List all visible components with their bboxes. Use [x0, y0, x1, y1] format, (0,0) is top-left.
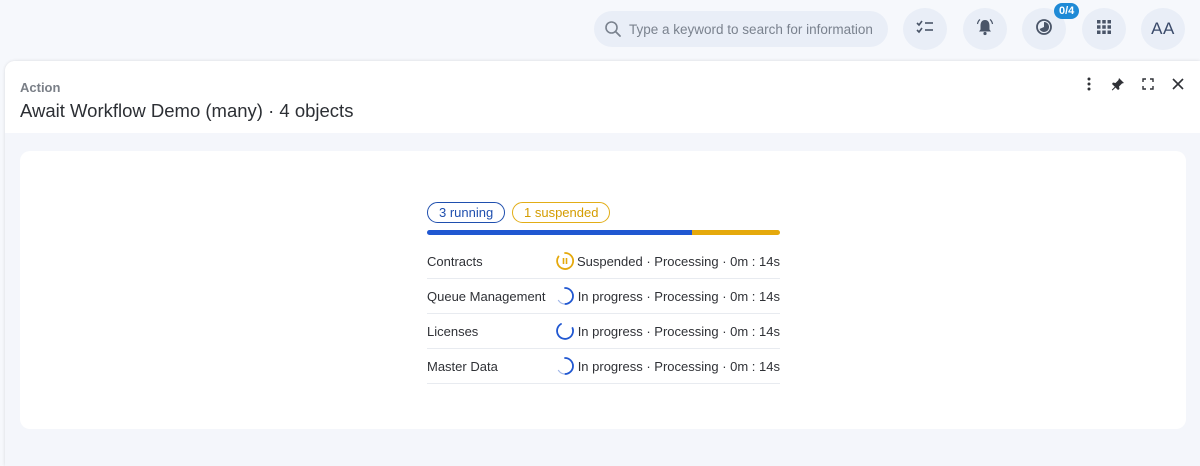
panel-body: 3 running 1 suspended Contracts Suspende… [5, 133, 1200, 466]
notifications-button[interactable] [963, 8, 1007, 50]
checklist-icon [916, 19, 934, 40]
progress-running-segment [427, 230, 692, 235]
list-item[interactable]: Master Data In progress · Processing · 0… [427, 349, 780, 384]
list-item[interactable]: Contracts Suspended · Processing · 0m : … [427, 244, 780, 279]
panel-header: Action Await Workflow Demo (many) · 4 ob… [5, 61, 1200, 133]
in-progress-icon [555, 286, 575, 306]
in-progress-icon [555, 321, 575, 341]
user-avatar[interactable]: AA [1141, 8, 1185, 50]
suspended-pill: 1 suspended [512, 202, 611, 223]
object-status: In progress · Processing · 0m : 14s [577, 359, 780, 374]
avatar-initials: AA [1151, 19, 1175, 38]
more-button[interactable] [1078, 75, 1100, 97]
more-icon [1087, 77, 1091, 96]
close-icon [1172, 77, 1184, 95]
pin-button[interactable] [1107, 75, 1129, 97]
pin-icon [1111, 77, 1125, 96]
expand-icon [1142, 77, 1154, 95]
tasks-button[interactable] [903, 8, 947, 50]
object-name: Queue Management [427, 289, 546, 304]
jobs-badge: 0/4 [1054, 3, 1080, 19]
status-progress-bar [427, 230, 780, 235]
search-icon [604, 20, 622, 38]
panel-crumb: Action [20, 80, 61, 95]
apps-button[interactable] [1082, 8, 1126, 50]
page-title: Await Workflow Demo (many) · 4 objects [20, 100, 354, 121]
search-box[interactable] [594, 11, 888, 47]
workflow-status-card: 3 running 1 suspended Contracts Suspende… [20, 151, 1186, 429]
list-item[interactable]: Licenses In progress · Processing · 0m :… [427, 314, 780, 349]
object-status: In progress · Processing · 0m : 14s [577, 289, 780, 304]
bell-icon [976, 18, 994, 41]
progress-icon [1035, 18, 1053, 41]
progress-suspended-segment [691, 230, 780, 235]
action-panel: Action Await Workflow Demo (many) · 4 ob… [5, 61, 1200, 466]
object-list: Contracts Suspended · Processing · 0m : … [427, 244, 780, 384]
object-name: Contracts [427, 254, 483, 269]
object-status: Suspended · Processing · 0m : 14s [576, 254, 780, 269]
in-progress-icon [555, 356, 575, 376]
list-item[interactable]: Queue Management In progress · Processin… [427, 279, 780, 314]
search-input[interactable] [629, 21, 879, 37]
grid-icon [1097, 19, 1111, 39]
object-status: In progress · Processing · 0m : 14s [577, 324, 780, 339]
top-bar: 0/4 AA [0, 0, 1200, 58]
close-button[interactable] [1167, 75, 1189, 97]
running-pill: 3 running [427, 202, 506, 223]
expand-button[interactable] [1137, 75, 1159, 97]
object-name: Licenses [427, 324, 479, 339]
suspended-icon [555, 251, 575, 271]
object-name: Master Data [427, 359, 498, 374]
